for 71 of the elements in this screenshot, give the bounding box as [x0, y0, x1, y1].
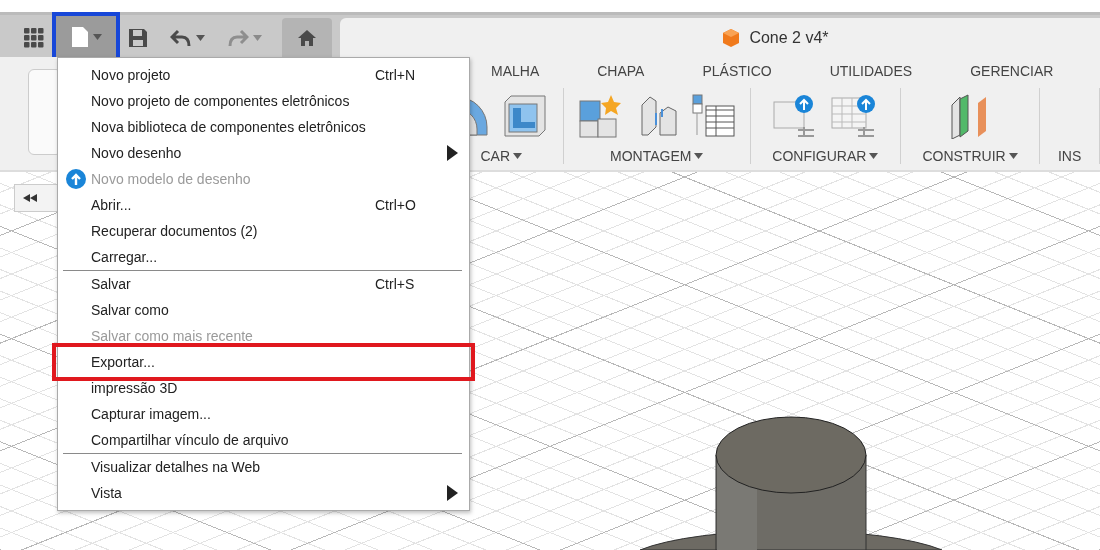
- menu-item-label: Compartilhar vínculo de arquivo: [91, 432, 290, 448]
- group-dropdown[interactable]: INS: [1057, 148, 1082, 164]
- cubes-star-icon: [577, 93, 624, 139]
- caret-icon: [196, 34, 205, 41]
- upload-badge-icon: [66, 169, 86, 189]
- menu-item-label: Exportar...: [91, 354, 156, 370]
- box-upload-icon: [772, 94, 817, 138]
- menu-item-label: Novo projeto de componentes eletrônicos: [91, 93, 351, 109]
- menu-item-label: Novo modelo de desenho: [91, 171, 252, 187]
- menu-item[interactable]: Salvar como: [58, 297, 469, 323]
- menu-item-label: Visualizar detalhes na Web: [91, 459, 262, 475]
- group-dropdown[interactable]: CAR: [480, 148, 523, 164]
- menu-item-label: impressão 3D: [91, 380, 179, 396]
- caret-icon: [92, 33, 102, 40]
- caret-icon: [869, 153, 879, 159]
- menu-item-label: Abrir...: [91, 197, 133, 213]
- ribbon-tab[interactable]: MALHA: [491, 59, 540, 82]
- shortcut-text: Ctrl+O: [375, 197, 417, 213]
- undo-icon: [170, 28, 192, 47]
- redo-icon: [227, 28, 249, 47]
- home-icon: [297, 28, 317, 47]
- menu-item-label: Salvar como mais recente: [91, 328, 254, 344]
- menu-item[interactable]: Capturar imagem...: [58, 401, 469, 427]
- menu-item-label: Carregar...: [91, 249, 159, 265]
- menu-item-label: Salvar: [91, 276, 132, 292]
- menu-item[interactable]: Abrir... Ctrl+O: [58, 192, 469, 218]
- caret-icon: [694, 153, 704, 159]
- save-icon: [128, 27, 148, 48]
- group-dropdown[interactable]: MONTAGEM: [610, 148, 704, 164]
- document-icon: [70, 25, 89, 48]
- menu-item[interactable]: Recuperar documentos (2): [58, 218, 469, 244]
- menu-item-label: Recuperar documentos (2): [91, 223, 259, 239]
- shortcut-text: Ctrl+N: [375, 67, 417, 83]
- menu-item[interactable]: impressão 3D: [58, 375, 469, 401]
- menu-item[interactable]: Vista: [58, 480, 469, 506]
- menu-item-label: Novo projeto: [91, 67, 172, 83]
- browser-panel[interactable]: [14, 184, 60, 212]
- menu-item[interactable]: Visualizar detalhes na Web: [58, 454, 469, 480]
- group-dropdown[interactable]: CONSTRUIR: [922, 148, 1018, 164]
- caret-icon: [253, 34, 262, 41]
- submenu-arrow-icon: [447, 145, 458, 161]
- box-icon: [503, 94, 548, 138]
- caret-icon: [513, 153, 523, 159]
- shortcut-text: Ctrl+S: [375, 276, 416, 292]
- menu-item[interactable]: Nova biblioteca de componentes eletrônicos: [58, 114, 469, 140]
- submenu-arrow-icon: [447, 485, 458, 501]
- menu-item[interactable]: Compartilhar vínculo de arquivo: [58, 427, 469, 453]
- table-icon: [691, 94, 736, 138]
- menu-item-label: Novo desenho: [91, 145, 183, 161]
- menu-item[interactable]: Novo projeto Ctrl+N: [58, 62, 469, 88]
- menu-item[interactable]: Salvar Ctrl+S: [58, 271, 469, 297]
- ribbon-tab[interactable]: PLÁSTICO: [702, 59, 772, 82]
- ribbon-tab[interactable]: GERENCIAR: [970, 59, 1054, 82]
- home-button[interactable]: [282, 18, 332, 57]
- collapse-icon: [23, 194, 37, 202]
- menu-item-label: Capturar imagem...: [91, 406, 212, 422]
- menu-item[interactable]: Exportar...: [58, 349, 469, 375]
- caret-icon: [1008, 153, 1018, 159]
- document-title: Cone 2 v4*: [749, 28, 829, 47]
- group-dropdown[interactable]: CONFIGURAR: [772, 148, 879, 164]
- menu-item[interactable]: Carregar...: [58, 244, 469, 270]
- ribbon-tab[interactable]: UTILIDADES: [829, 59, 913, 82]
- menu-item[interactable]: Novo projeto de componentes eletrônicos: [58, 88, 469, 114]
- menu-item-label: Salvar como: [91, 302, 170, 318]
- document-tab[interactable]: Cone 2 v4*: [340, 18, 1100, 57]
- menu-item[interactable]: Novo desenho: [58, 140, 469, 166]
- menu-item-label: Vista: [91, 485, 123, 501]
- apps-grid-icon: [24, 27, 44, 48]
- cube-icon: [721, 27, 742, 48]
- menu-item-label: Nova biblioteca de componentes eletrônicos: [91, 119, 367, 135]
- ribbon-tab[interactable]: CHAPA: [597, 59, 645, 82]
